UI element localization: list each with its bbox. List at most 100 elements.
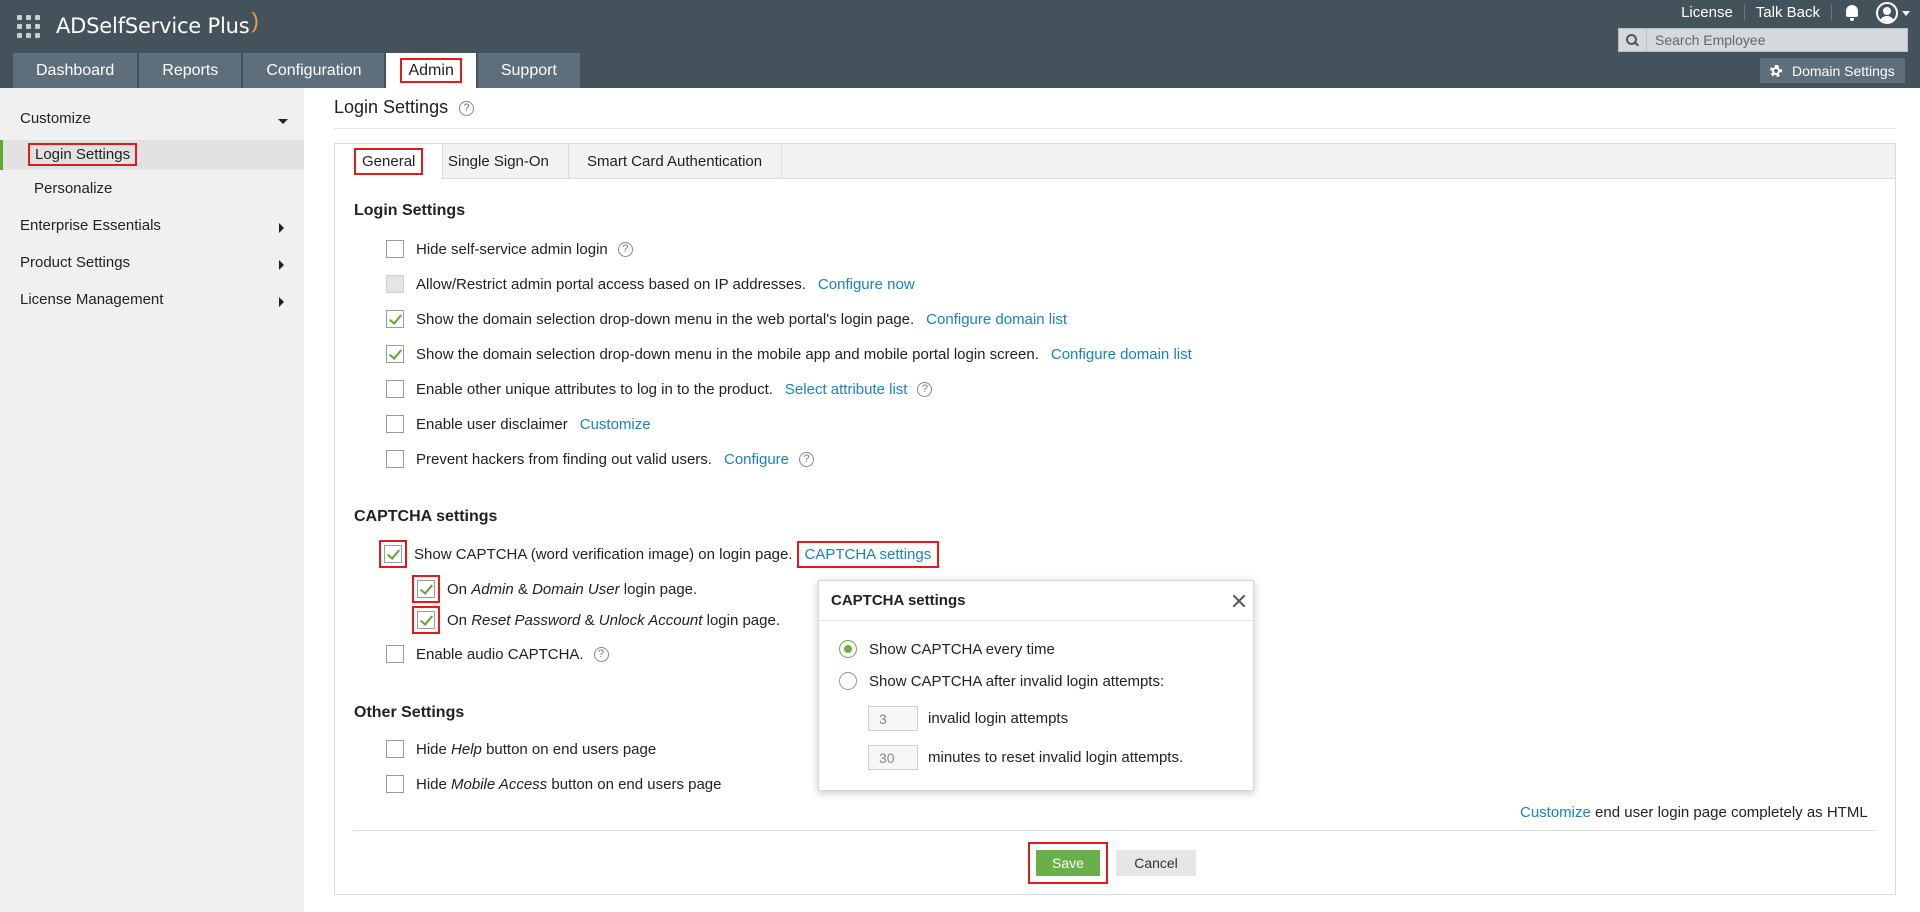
tab-smart-card-authentication[interactable]: Smart Card Authentication [568, 144, 783, 179]
user-avatar-icon[interactable] [1876, 1, 1910, 25]
sidebar-item-login-settings[interactable]: Login Settings [0, 140, 304, 170]
configure-link[interactable]: Configure [724, 451, 789, 468]
search-input[interactable] [1647, 32, 1897, 48]
sidebar: Customize Login Settings Personalize Ent… [0, 88, 304, 912]
domain-dropdown-web-checkbox[interactable] [386, 310, 404, 328]
help-icon[interactable]: ? [917, 381, 933, 397]
domain-dropdown-mobile-checkbox[interactable] [386, 345, 404, 363]
app-logo-text: ADSelfService Plus [56, 14, 250, 38]
configure-domain-list-link[interactable]: Configure domain list [1051, 346, 1192, 363]
customize-disclaimer-link[interactable]: Customize [580, 416, 651, 433]
tab-general[interactable]: General [335, 144, 444, 180]
nav-tab-reports[interactable]: Reports [139, 53, 242, 88]
ampersand: & [584, 611, 595, 629]
help-icon[interactable]: ? [459, 100, 475, 116]
sidebar-item-personalize[interactable]: Personalize [0, 174, 304, 204]
option-unique-attributes: Enable other unique attributes to log in… [386, 380, 933, 398]
option-captcha-after-invalid[interactable]: Show CAPTCHA after invalid login attempt… [839, 672, 1164, 690]
chevron-right-icon[interactable] [279, 260, 284, 270]
help-icon[interactable]: ? [799, 451, 815, 467]
nav-tab-admin[interactable]: Admin [386, 53, 476, 88]
reset-minutes-row: minutes to reset invalid login attempts. [868, 745, 1183, 770]
captcha-after-invalid-radio[interactable] [839, 672, 857, 690]
on-word: On [447, 580, 468, 598]
sidebar-group-license-management[interactable]: License Management [20, 291, 163, 308]
hide-help-button-checkbox[interactable] [386, 740, 404, 758]
chevron-right-icon[interactable] [279, 297, 284, 307]
captcha-admin-checkbox[interactable] [417, 580, 435, 598]
section-captcha-settings: CAPTCHA settings [354, 508, 498, 525]
button-suffix: button on end users page [551, 775, 722, 793]
option-captcha-admin-domain: On Admin & Domain User login page. [412, 575, 697, 603]
sidebar-group-enterprise-essentials[interactable]: Enterprise Essentials [20, 217, 161, 234]
chevron-down-icon[interactable] [278, 119, 288, 124]
captcha-settings-link[interactable]: CAPTCHA settings [796, 540, 940, 568]
user-disclaimer-checkbox[interactable] [386, 415, 404, 433]
custom-html-note: Customize end user login page completely… [1520, 804, 1868, 821]
hide-word: Hide [416, 740, 447, 758]
admin-word: Admin [471, 580, 514, 598]
option-hide-mobile-access-button: Hide Mobile Access button on end users p… [386, 775, 722, 793]
reset-minutes-input[interactable] [868, 745, 918, 770]
captcha-reset-checkbox[interactable] [417, 611, 435, 629]
hide-mobile-access-checkbox[interactable] [386, 775, 404, 793]
login-page-suffix: login page. [623, 580, 698, 598]
logo-swoosh-icon: ) [251, 8, 259, 33]
license-link[interactable]: License [1670, 5, 1745, 21]
close-icon[interactable] [1231, 593, 1247, 609]
on-word: On [447, 611, 468, 629]
nav-tab-support[interactable]: Support [477, 53, 580, 88]
app-grid-icon[interactable] [17, 14, 40, 38]
option-label: On Reset Password & Unlock Account login… [447, 612, 780, 629]
prevent-hackers-checkbox[interactable] [386, 450, 404, 468]
popup-header: CAPTCHA settings [819, 581, 1253, 621]
domain-settings-button[interactable]: Domain Settings [1760, 58, 1905, 83]
option-captcha-reset-unlock: On Reset Password & Unlock Account login… [412, 606, 780, 634]
section-login-settings: Login Settings [354, 202, 466, 219]
nav-tab-admin-label: Admin [400, 58, 462, 83]
audio-captcha-checkbox[interactable] [386, 645, 404, 663]
button-suffix: button on end users page [486, 740, 657, 758]
sidebar-group-customize[interactable]: Customize [20, 110, 91, 127]
option-label: Hide self-service admin login [416, 240, 608, 258]
mobile-access-word: Mobile Access [451, 775, 548, 793]
configure-now-link[interactable]: Configure now [818, 276, 915, 293]
option-audio-captcha: Enable audio CAPTCHA. ? [386, 645, 609, 663]
show-captcha-checkbox-highlight [379, 540, 407, 568]
show-captcha-checkbox[interactable] [384, 545, 402, 563]
cancel-button[interactable]: Cancel [1116, 850, 1196, 876]
option-label: Show CAPTCHA (word verification image) o… [414, 545, 793, 563]
help-icon[interactable]: ? [593, 646, 609, 662]
option-label: Prevent hackers from finding out valid u… [416, 450, 712, 468]
hide-admin-login-checkbox[interactable] [386, 240, 404, 258]
help-word: Help [451, 740, 482, 758]
section-other-settings: Other Settings [354, 704, 465, 721]
custom-html-text: end user login page completely as HTML [1595, 804, 1868, 821]
help-icon[interactable]: ? [617, 241, 633, 257]
unique-attributes-checkbox[interactable] [386, 380, 404, 398]
configure-domain-list-link[interactable]: Configure domain list [926, 311, 1067, 328]
talkback-link[interactable]: Talk Back [1745, 5, 1832, 21]
search-icon[interactable] [1619, 29, 1647, 51]
ip-restrict-checkbox[interactable] [386, 275, 404, 293]
option-captcha-every-time[interactable]: Show CAPTCHA every time [839, 640, 1055, 658]
option-label: Hide Mobile Access button on end users p… [416, 776, 722, 793]
select-attribute-list-link[interactable]: Select attribute list [785, 381, 908, 398]
option-label: On Admin & Domain User login page. [447, 581, 697, 598]
sidebar-item-label: Login Settings [28, 143, 138, 166]
app-header: ADSelfService Plus ) License Talk Back D… [0, 0, 1920, 88]
ampersand: & [517, 580, 528, 598]
invalid-attempts-input[interactable] [868, 706, 918, 731]
domain-user-word: Domain User [532, 580, 620, 598]
nav-tab-dashboard[interactable]: Dashboard [13, 53, 138, 88]
nav-tab-configuration[interactable]: Configuration [243, 53, 385, 88]
hide-word: Hide [416, 775, 447, 793]
captcha-every-time-radio[interactable] [839, 640, 857, 658]
notification-bell-icon[interactable] [1840, 3, 1864, 23]
save-button[interactable]: Save [1036, 850, 1100, 876]
chevron-right-icon[interactable] [279, 223, 284, 233]
main-nav: Dashboard Reports Configuration Admin Su… [13, 53, 582, 88]
customize-html-link[interactable]: Customize [1520, 804, 1591, 821]
tab-single-sign-on[interactable]: Single Sign-On [429, 144, 569, 179]
sidebar-group-product-settings[interactable]: Product Settings [20, 254, 130, 271]
